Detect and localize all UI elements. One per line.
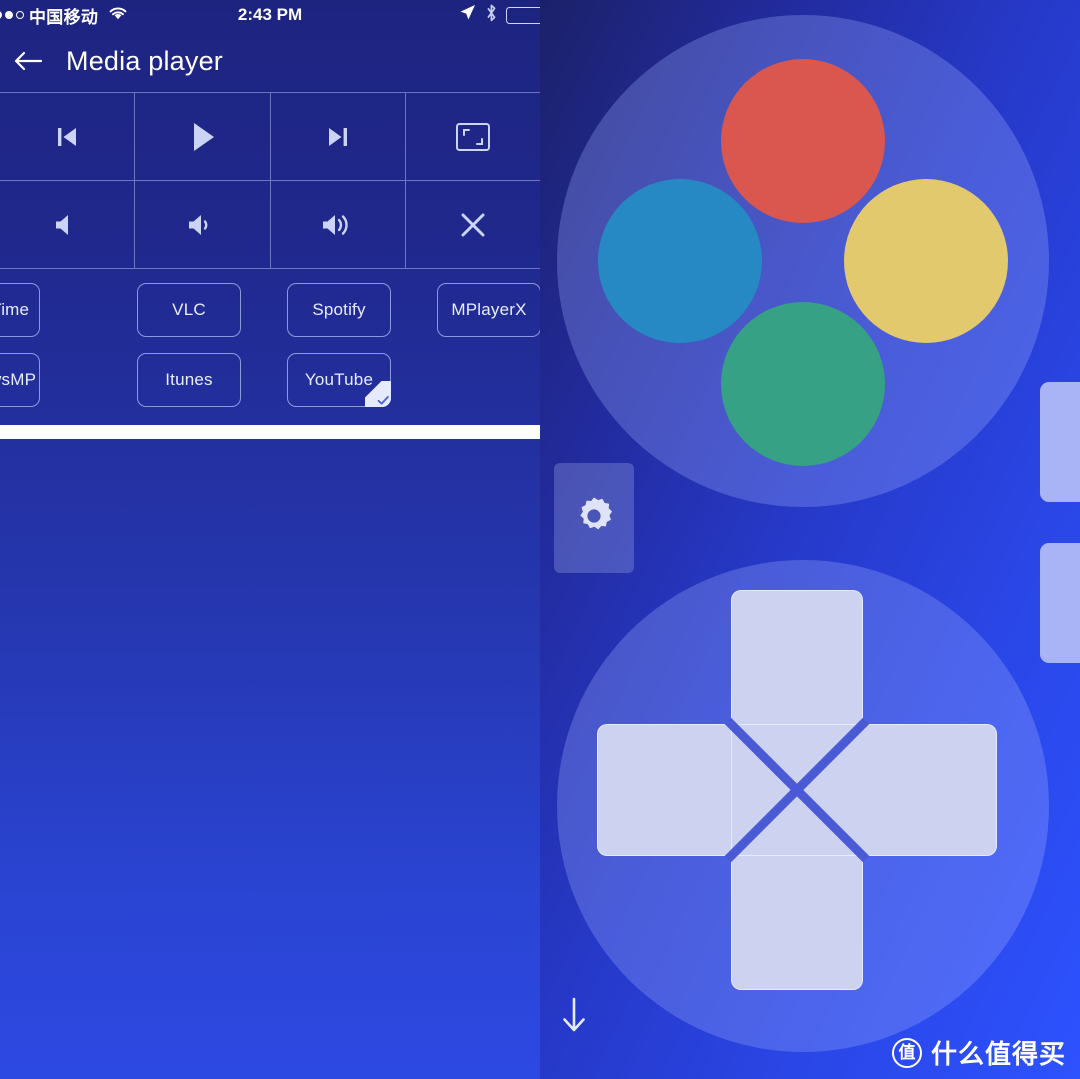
status-bar: 中国移动 2:43 PM — [0, 0, 540, 30]
app-chip-mplayerx[interactable]: MPlayerX — [437, 283, 540, 337]
fullscreen-button[interactable] — [406, 93, 540, 180]
app-row-2: WindowsMP Itunes YouTube — [0, 353, 540, 409]
media-player-panel: 中国移动 2:43 PM Media player ime VLC Spotif… — [0, 0, 540, 1079]
shoulder-button-1[interactable] — [1040, 382, 1080, 502]
app-chip-vlc[interactable]: VLC — [137, 283, 241, 337]
dpad-diagonal-separators — [724, 717, 870, 863]
app-chip-label: Spotify — [312, 300, 366, 319]
action-button-left[interactable] — [598, 179, 762, 343]
app-chip-youtube[interactable]: YouTube — [287, 353, 391, 407]
watermark-text: 什么值得买 — [930, 1039, 1066, 1069]
shoulder-button-2[interactable] — [1040, 543, 1080, 663]
media-control-grid — [0, 92, 540, 269]
selected-check-icon — [365, 381, 391, 407]
bottom-edge — [0, 425, 540, 439]
status-bar-right — [458, 0, 540, 30]
media-control-row-playback — [0, 93, 540, 181]
page-title: Media player — [66, 45, 223, 76]
app-chip-label: YouTube — [304, 370, 374, 389]
volume-up-button[interactable] — [271, 181, 406, 268]
media-control-row-volume — [0, 181, 540, 269]
mute-button[interactable] — [0, 181, 136, 268]
action-button-up[interactable] — [721, 59, 885, 223]
gear-icon — [571, 493, 617, 544]
app-screenshot: 中国移动 2:43 PM Media player ime VLC Spotif… — [0, 0, 1080, 1079]
action-button-right[interactable] — [844, 179, 1008, 343]
location-arrow-icon — [458, 3, 477, 27]
app-chip-label: MPlayerX — [451, 300, 527, 319]
app-chip-label: QuickTime — [0, 300, 30, 319]
close-button[interactable] — [406, 181, 540, 268]
app-row-1: QuickTime VLC Spotify MPlayerX — [0, 283, 540, 339]
next-track-button[interactable] — [271, 93, 406, 180]
app-chip-label: VLC — [172, 300, 206, 319]
gamepad-panel: 值 什么值得买 — [540, 0, 1080, 1079]
dpad-icon — [597, 590, 997, 990]
back-arrow-icon[interactable] — [8, 41, 48, 81]
app-chip-windowsmp[interactable]: WindowsMP — [0, 353, 40, 407]
scroll-down-button[interactable] — [552, 995, 596, 1039]
battery-icon — [506, 6, 540, 24]
app-chip-label: Itunes — [165, 370, 213, 389]
app-chip-spotify[interactable]: Spotify — [287, 283, 391, 337]
app-chip-quicktime[interactable]: QuickTime — [0, 283, 40, 337]
app-selector: QuickTime VLC Spotify MPlayerX WindowsMP… — [0, 269, 540, 425]
app-chip-itunes[interactable]: Itunes — [137, 353, 241, 407]
watermark-logo: 值 — [891, 1037, 922, 1068]
app-chip-label: WindowsMP — [0, 370, 37, 389]
play-button[interactable] — [135, 93, 271, 180]
title-bar: Media player — [0, 30, 540, 92]
arrow-down-icon — [559, 996, 589, 1039]
action-button-down[interactable] — [721, 302, 885, 466]
action-button-cluster — [557, 15, 1049, 507]
settings-button[interactable] — [554, 463, 634, 573]
watermark: 值 什么值得买 — [891, 1034, 1066, 1071]
bluetooth-icon — [485, 3, 498, 28]
volume-down-button[interactable] — [135, 181, 271, 268]
previous-track-button[interactable] — [0, 93, 136, 180]
